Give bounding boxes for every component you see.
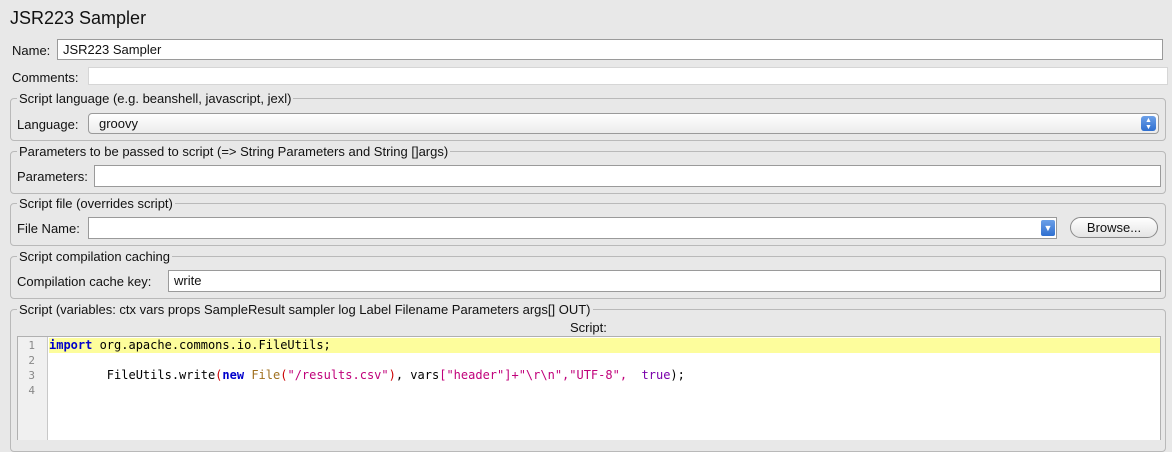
name-label: Name:	[12, 43, 51, 58]
file-name-combo[interactable]: ▼	[88, 217, 1057, 239]
line-number: 3	[28, 369, 35, 382]
language-label: Language:	[17, 117, 79, 132]
code-token: new	[222, 368, 245, 382]
name-input[interactable]: JSR223 Sampler	[57, 39, 1163, 60]
browse-button[interactable]: Browse...	[1070, 217, 1158, 238]
script-caption: Script:	[570, 320, 607, 335]
file-name-label: File Name:	[17, 221, 80, 236]
code-line: import org.apache.commons.io.FileUtils;	[49, 338, 1160, 353]
code-token: FileUtils.write	[49, 368, 216, 382]
language-selected-value: groovy	[99, 116, 139, 131]
code-token: , vars	[395, 368, 440, 382]
comments-input[interactable]	[88, 67, 1168, 85]
code-token: )	[388, 368, 396, 382]
line-number: 1	[28, 339, 35, 352]
parameters-legend: Parameters to be passed to script (=> St…	[19, 144, 449, 159]
language-select[interactable]: groovy ▲ ▼	[88, 113, 1159, 134]
page-title: JSR223 Sampler	[10, 8, 147, 28]
code-token: org.apache.commons.io.FileUtils;	[92, 338, 331, 352]
select-arrows-icon: ▲ ▼	[1141, 116, 1156, 131]
code-token: );	[670, 368, 685, 382]
line-number-gutter: 1 2 3 4	[18, 337, 48, 440]
parameters-label: Parameters:	[17, 169, 88, 184]
comments-label: Comments:	[12, 70, 79, 85]
chevron-down-icon[interactable]: ▼	[1041, 220, 1055, 236]
code-token: File	[251, 368, 281, 382]
script-language-legend: Script language (e.g. beanshell, javascr…	[19, 91, 292, 106]
cache-key-label: Compilation cache key:	[17, 274, 152, 289]
line-number: 2	[28, 354, 35, 367]
code-token: "/results.csv"	[287, 368, 389, 382]
code-token: true	[641, 368, 671, 382]
code-token: import	[49, 338, 93, 352]
line-number: 4	[28, 384, 35, 397]
script-file-legend: Script file (overrides script)	[19, 196, 173, 211]
script-editor[interactable]: 1 2 3 4 import org.apache.commons.io.Fil…	[17, 336, 1161, 440]
compilation-caching-legend: Script compilation caching	[19, 249, 171, 264]
script-legend: Script (variables: ctx vars props Sample…	[19, 302, 591, 317]
code-token: ["header"]+"\r\n","UTF-8",	[439, 368, 628, 382]
code-line: FileUtils.write(new File("/results.csv")…	[49, 368, 1160, 383]
cache-key-input[interactable]: write	[168, 270, 1161, 292]
parameters-input[interactable]	[94, 165, 1161, 187]
